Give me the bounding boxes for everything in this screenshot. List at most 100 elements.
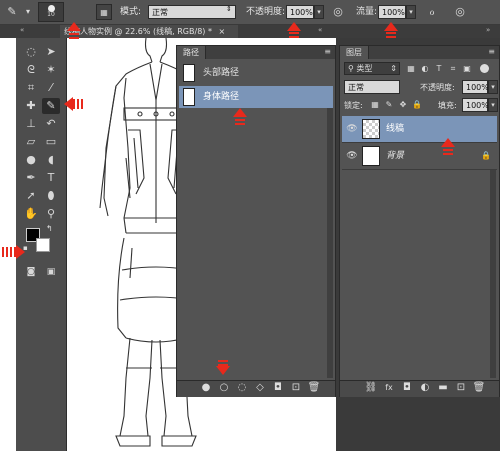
layer-opacity-input[interactable]: 100% [462,80,489,94]
eye-icon[interactable]: 👁 [346,123,358,135]
flow-dropdown-icon[interactable]: ▾ [406,5,416,19]
link-layers-icon[interactable]: ⛓ [364,381,378,395]
mode-label: 模式: [120,7,142,17]
eye-icon[interactable]: 👁 [346,150,358,162]
history-brush-tool-icon[interactable]: ↶ [42,116,60,132]
delete-path-icon[interactable]: 🗑 [307,381,321,395]
brush-tool-icon[interactable]: ✎ [42,98,60,114]
fill-path-icon[interactable]: ● [199,381,213,395]
new-group-icon[interactable]: ▬ [436,381,450,395]
path-item-label: 身体路径 [203,92,240,102]
healing-brush-tool-icon[interactable]: ✚ [22,98,40,114]
layer-filter-select[interactable]: ⚲ 类型 ⇕ [344,62,400,75]
layer-style-icon[interactable]: fx [382,381,396,395]
paths-panel-collapse-icon[interactable]: « [318,26,322,34]
eyedropper-tool-icon[interactable]: ⁄ [42,80,60,96]
filter-pixel-icon[interactable]: ▦ [404,62,418,76]
layers-panel-collapse-icon[interactable]: » [486,26,490,34]
blur-tool-icon[interactable]: ● [22,152,40,168]
filter-toggle-icon[interactable] [480,64,489,73]
quick-mask-icon[interactable]: ◙ [22,264,40,280]
path-item-label: 头部路径 [203,68,240,78]
type-tool-icon[interactable]: T [42,170,60,186]
layers-panel-menu-icon[interactable]: ≡ [488,47,495,56]
hand-tool-icon[interactable]: ✋ [22,206,40,222]
filter-type-icon[interactable]: T [432,62,446,76]
opacity-dropdown-icon[interactable]: ▾ [314,5,324,19]
screen-mode-icon[interactable]: ▣ [42,264,60,280]
flow-label: 流量: [356,7,378,17]
airbrush-icon[interactable]: ℴ [424,4,440,20]
paths-panel-menu-icon[interactable]: ≡ [324,47,331,56]
lock-pixels-icon[interactable]: ✎ [382,98,396,112]
fill-input[interactable]: 100% [462,98,489,112]
blend-mode-select[interactable]: 正常 [344,80,400,94]
magic-wand-tool-icon[interactable]: ✶ [42,62,60,78]
lock-icon: 🔒 [481,151,491,160]
document-tab[interactable]: 线稿人物实例 @ 22.6% (线稿, RGB/8) * × [60,25,238,38]
zoom-tool-icon[interactable]: ⚲ [42,206,60,222]
layer-filter-label: 类型 [356,64,373,73]
add-mask-icon[interactable]: ◘ [271,381,285,395]
filter-smart-object-icon[interactable]: ▣ [460,62,474,76]
crop-tool-icon[interactable]: ⌗ [22,80,40,96]
layers-panel-tab[interactable]: 图层 [340,46,369,59]
lock-label: 锁定: [344,101,363,110]
fill-dropdown-icon[interactable]: ▾ [488,98,498,112]
make-work-path-icon[interactable]: ◇ [253,381,267,395]
stroke-path-icon[interactable]: ○ [217,381,231,395]
new-layer-icon[interactable]: ⊡ [454,381,468,395]
marquee-tool-icon[interactable]: ◌ [22,44,40,60]
ellipse-shape-tool-icon[interactable]: ⬮ [42,188,60,204]
lock-position-icon[interactable]: ✥ [396,98,410,112]
layer-row-background[interactable]: 👁 背景 🔒 [342,143,497,170]
swap-colors-icon[interactable]: ↰ [46,224,53,233]
new-path-icon[interactable]: ⊡ [289,381,303,395]
add-layer-mask-icon[interactable]: ◘ [400,381,414,395]
annotation-arrow-tail [2,247,16,257]
chevron-down-icon: ⇕ [390,64,397,73]
path-item-head[interactable]: 头部路径 [179,62,333,84]
gradient-tool-icon[interactable]: ▭ [42,134,60,150]
lock-transparent-icon[interactable]: ▦ [368,98,382,112]
clone-stamp-tool-icon[interactable]: ⊥ [22,116,40,132]
pressure-opacity-icon[interactable]: ◎ [330,4,346,20]
paths-scrollbar[interactable] [327,108,333,378]
adjustment-layer-icon[interactable]: ◐ [418,381,432,395]
toolbox-collapse-icon[interactable]: « [20,26,24,34]
path-thumbnail [183,88,195,106]
document-close-icon[interactable]: × [219,27,226,36]
filter-shape-icon[interactable]: ⌗ [446,62,460,76]
brush-preset-picker[interactable]: 10 [38,2,64,22]
move-tool-icon[interactable]: ➤ [42,44,60,60]
lasso-tool-icon[interactable]: ᘓ [22,62,40,78]
flow-input[interactable]: 100% [378,5,406,19]
annotation-arrow-tail [235,117,245,125]
layer-name: 背景 [386,151,405,161]
pen-tool-icon[interactable]: ✒ [22,170,40,186]
layer-row-lineart[interactable]: 👁 线稿 [342,116,497,143]
path-item-body[interactable]: 身体路径 [179,86,333,108]
annotation-arrow-icon [16,245,25,259]
opacity-input[interactable]: 100% [286,5,314,19]
brush-panel-toggle-icon[interactable]: ▦ [96,4,112,20]
paths-panel-tab[interactable]: 路径 [177,46,206,59]
load-path-as-selection-icon[interactable]: ◌ [235,381,249,395]
dodge-tool-icon[interactable]: ◖ [42,152,60,168]
filter-adjustment-icon[interactable]: ◐ [418,62,432,76]
layers-panel-footer: ⛓ fx ◘ ◐ ▬ ⊡ 🗑 [340,380,499,397]
mode-select[interactable]: 正常 [148,5,236,19]
pressure-size-icon[interactable]: ◎ [452,4,468,20]
delete-layer-icon[interactable]: 🗑 [472,381,486,395]
eraser-tool-icon[interactable]: ▱ [22,134,40,150]
brush-tool-icon[interactable]: ✎ [4,4,20,20]
annotation-arrow-tail [73,99,85,109]
mode-chevron-icon: ⇕ [226,5,232,13]
layer-opacity-dropdown-icon[interactable]: ▾ [488,80,498,94]
path-selection-tool-icon[interactable]: ➚ [22,188,40,204]
layers-scrollbar[interactable] [490,170,496,378]
tool-preset-dropdown-icon[interactable]: ▾ [20,4,36,20]
annotation-arrow-tail [386,31,396,38]
lock-all-icon[interactable]: 🔒 [410,98,424,112]
background-color-swatch[interactable] [36,238,50,252]
